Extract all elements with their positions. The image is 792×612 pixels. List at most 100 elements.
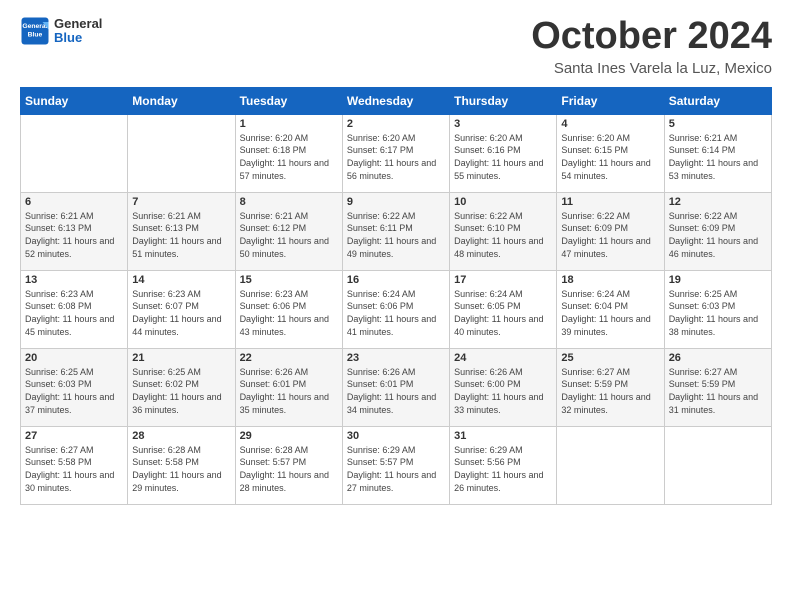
table-row: 1 Sunrise: 6:20 AM Sunset: 6:18 PM Daylig… bbox=[235, 114, 342, 192]
logo: General Blue General Blue bbox=[20, 16, 102, 46]
table-row: 20Sunrise: 6:25 AM Sunset: 6:03 PM Dayli… bbox=[21, 348, 128, 426]
day-number: 16 bbox=[347, 274, 445, 286]
day-number: 6 bbox=[25, 196, 123, 208]
calendar-header-row: Sunday Monday Tuesday Wednesday Thursday… bbox=[21, 87, 772, 114]
col-thursday: Thursday bbox=[450, 87, 557, 114]
col-sunday: Sunday bbox=[21, 87, 128, 114]
day-number: 18 bbox=[561, 274, 659, 286]
day-info: Sunrise: 6:26 AM Sunset: 6:00 PM Dayligh… bbox=[454, 366, 552, 416]
table-row: 14 Sunrise: 6:23 AM Sunset: 6:07 PM Dayli… bbox=[128, 270, 235, 348]
table-row: 26 Sunrise: 6:27 AM Sunset: 5:59 PM Dayli… bbox=[664, 348, 771, 426]
day-number: 29 bbox=[240, 430, 338, 442]
day-number: 19 bbox=[669, 274, 767, 286]
day-info: Sunrise: 6:28 AM Sunset: 5:57 PM Dayligh… bbox=[240, 444, 338, 494]
table-row: 27Sunrise: 6:27 AM Sunset: 5:58 PM Dayli… bbox=[21, 426, 128, 504]
month-title: October 2024 bbox=[531, 16, 772, 58]
col-tuesday: Tuesday bbox=[235, 87, 342, 114]
table-row: 6 Sunrise: 6:21 AM Sunset: 6:13 PM Daylig… bbox=[21, 192, 128, 270]
day-info: Sunrise: 6:22 AM Sunset: 6:09 PM Dayligh… bbox=[561, 210, 659, 260]
day-info: Sunrise: 6:23 AM Sunset: 6:07 PM Dayligh… bbox=[132, 288, 230, 338]
table-row: 2 Sunrise: 6:20 AM Sunset: 6:17 PM Daylig… bbox=[342, 114, 449, 192]
day-number: 10 bbox=[454, 196, 552, 208]
table-row: 11 Sunrise: 6:22 AM Sunset: 6:09 PM Dayli… bbox=[557, 192, 664, 270]
day-info: Sunrise: 6:28 AM Sunset: 5:58 PM Dayligh… bbox=[132, 444, 230, 494]
day-info: Sunrise: 6:29 AM Sunset: 5:56 PM Dayligh… bbox=[454, 444, 552, 494]
logo-text: General Blue bbox=[54, 17, 102, 46]
table-row bbox=[128, 114, 235, 192]
day-number: 28 bbox=[132, 430, 230, 442]
day-number: 9 bbox=[347, 196, 445, 208]
svg-text:General: General bbox=[22, 23, 47, 30]
table-row bbox=[557, 426, 664, 504]
table-row: 8 Sunrise: 6:21 AM Sunset: 6:12 PM Daylig… bbox=[235, 192, 342, 270]
day-info: Sunrise: 6:22 AM Sunset: 6:09 PM Dayligh… bbox=[669, 210, 767, 260]
day-number: 1 bbox=[240, 118, 338, 130]
calendar-week-row: 13Sunrise: 6:23 AM Sunset: 6:08 PM Dayli… bbox=[21, 270, 772, 348]
day-info: Sunrise: 6:24 AM Sunset: 6:06 PM Dayligh… bbox=[347, 288, 445, 338]
table-row: 28 Sunrise: 6:28 AM Sunset: 5:58 PM Dayli… bbox=[128, 426, 235, 504]
calendar-week-row: 1 Sunrise: 6:20 AM Sunset: 6:18 PM Daylig… bbox=[21, 114, 772, 192]
calendar-week-row: 20Sunrise: 6:25 AM Sunset: 6:03 PM Dayli… bbox=[21, 348, 772, 426]
table-row: 21 Sunrise: 6:25 AM Sunset: 6:02 PM Dayli… bbox=[128, 348, 235, 426]
calendar: Sunday Monday Tuesday Wednesday Thursday… bbox=[20, 87, 772, 505]
day-number: 13 bbox=[25, 274, 123, 286]
day-info: Sunrise: 6:22 AM Sunset: 6:11 PM Dayligh… bbox=[347, 210, 445, 260]
table-row: 22 Sunrise: 6:26 AM Sunset: 6:01 PM Dayli… bbox=[235, 348, 342, 426]
table-row: 5Sunrise: 6:21 AM Sunset: 6:14 PM Daylig… bbox=[664, 114, 771, 192]
col-saturday: Saturday bbox=[664, 87, 771, 114]
day-number: 11 bbox=[561, 196, 659, 208]
table-row: 31Sunrise: 6:29 AM Sunset: 5:56 PM Dayli… bbox=[450, 426, 557, 504]
day-number: 4 bbox=[561, 118, 659, 130]
day-info: Sunrise: 6:25 AM Sunset: 6:03 PM Dayligh… bbox=[669, 288, 767, 338]
day-number: 12 bbox=[669, 196, 767, 208]
day-number: 26 bbox=[669, 352, 767, 364]
table-row: 25 Sunrise: 6:27 AM Sunset: 5:59 PM Dayli… bbox=[557, 348, 664, 426]
col-friday: Friday bbox=[557, 87, 664, 114]
day-number: 24 bbox=[454, 352, 552, 364]
day-number: 3 bbox=[454, 118, 552, 130]
day-number: 23 bbox=[347, 352, 445, 364]
col-monday: Monday bbox=[128, 87, 235, 114]
page: General Blue General Blue October 2024 S… bbox=[0, 0, 792, 612]
day-number: 20 bbox=[25, 352, 123, 364]
day-info: Sunrise: 6:27 AM Sunset: 5:59 PM Dayligh… bbox=[561, 366, 659, 416]
day-number: 21 bbox=[132, 352, 230, 364]
day-info: Sunrise: 6:20 AM Sunset: 6:17 PM Dayligh… bbox=[347, 132, 445, 182]
calendar-week-row: 27Sunrise: 6:27 AM Sunset: 5:58 PM Dayli… bbox=[21, 426, 772, 504]
day-info: Sunrise: 6:20 AM Sunset: 6:18 PM Dayligh… bbox=[240, 132, 338, 182]
table-row: 29 Sunrise: 6:28 AM Sunset: 5:57 PM Dayli… bbox=[235, 426, 342, 504]
day-info: Sunrise: 6:25 AM Sunset: 6:02 PM Dayligh… bbox=[132, 366, 230, 416]
table-row: 3Sunrise: 6:20 AM Sunset: 6:16 PM Daylig… bbox=[450, 114, 557, 192]
day-number: 8 bbox=[240, 196, 338, 208]
day-number: 2 bbox=[347, 118, 445, 130]
day-info: Sunrise: 6:21 AM Sunset: 6:13 PM Dayligh… bbox=[25, 210, 123, 260]
day-info: Sunrise: 6:21 AM Sunset: 6:12 PM Dayligh… bbox=[240, 210, 338, 260]
day-info: Sunrise: 6:26 AM Sunset: 6:01 PM Dayligh… bbox=[240, 366, 338, 416]
day-number: 25 bbox=[561, 352, 659, 364]
day-number: 17 bbox=[454, 274, 552, 286]
day-number: 7 bbox=[132, 196, 230, 208]
table-row: 15 Sunrise: 6:23 AM Sunset: 6:06 PM Dayli… bbox=[235, 270, 342, 348]
day-info: Sunrise: 6:23 AM Sunset: 6:06 PM Dayligh… bbox=[240, 288, 338, 338]
day-number: 5 bbox=[669, 118, 767, 130]
table-row: 16 Sunrise: 6:24 AM Sunset: 6:06 PM Dayli… bbox=[342, 270, 449, 348]
location-title: Santa Ines Varela la Luz, Mexico bbox=[531, 60, 772, 77]
logo-icon: General Blue bbox=[20, 16, 50, 46]
day-info: Sunrise: 6:20 AM Sunset: 6:15 PM Dayligh… bbox=[561, 132, 659, 182]
day-info: Sunrise: 6:27 AM Sunset: 5:59 PM Dayligh… bbox=[669, 366, 767, 416]
table-row bbox=[664, 426, 771, 504]
day-info: Sunrise: 6:29 AM Sunset: 5:57 PM Dayligh… bbox=[347, 444, 445, 494]
table-row bbox=[21, 114, 128, 192]
table-row: 4 Sunrise: 6:20 AM Sunset: 6:15 PM Daylig… bbox=[557, 114, 664, 192]
day-number: 15 bbox=[240, 274, 338, 286]
table-row: 7Sunrise: 6:21 AM Sunset: 6:13 PM Daylig… bbox=[128, 192, 235, 270]
table-row: 10Sunrise: 6:22 AM Sunset: 6:10 PM Dayli… bbox=[450, 192, 557, 270]
day-info: Sunrise: 6:24 AM Sunset: 6:05 PM Dayligh… bbox=[454, 288, 552, 338]
day-info: Sunrise: 6:27 AM Sunset: 5:58 PM Dayligh… bbox=[25, 444, 123, 494]
day-number: 22 bbox=[240, 352, 338, 364]
table-row: 17 Sunrise: 6:24 AM Sunset: 6:05 PM Dayli… bbox=[450, 270, 557, 348]
day-number: 14 bbox=[132, 274, 230, 286]
title-block: October 2024 Santa Ines Varela la Luz, M… bbox=[531, 16, 772, 77]
day-number: 30 bbox=[347, 430, 445, 442]
day-info: Sunrise: 6:26 AM Sunset: 6:01 PM Dayligh… bbox=[347, 366, 445, 416]
